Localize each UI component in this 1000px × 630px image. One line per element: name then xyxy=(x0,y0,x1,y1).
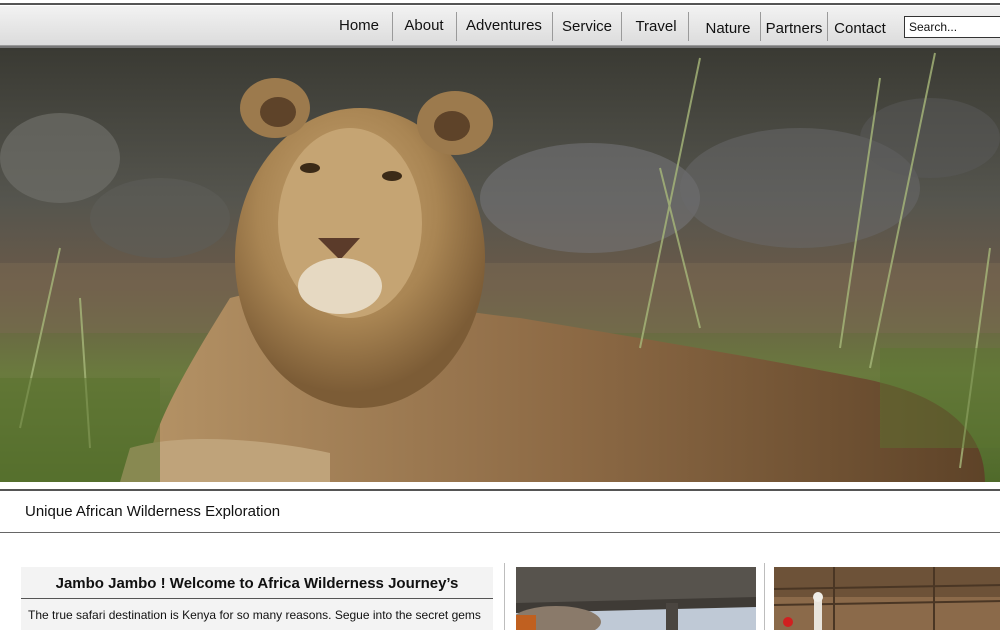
welcome-divider xyxy=(21,598,493,599)
search-input[interactable] xyxy=(904,16,1000,38)
nav-divider xyxy=(456,12,457,41)
safari-tent-photo xyxy=(516,567,756,630)
nav-contact[interactable]: Contact xyxy=(833,14,887,42)
nav-divider xyxy=(827,12,828,41)
gallery-thumb-1[interactable] xyxy=(516,567,756,630)
welcome-section: Jambo Jambo ! Welcome to Africa Wilderne… xyxy=(21,567,493,630)
hero-image xyxy=(0,48,1000,482)
tagline-top-border xyxy=(0,489,1000,491)
nav-divider xyxy=(392,12,393,41)
nav-divider xyxy=(621,12,622,41)
gallery-thumb-2[interactable] xyxy=(774,567,1000,630)
top-border xyxy=(0,3,1000,5)
nav-travel[interactable]: Travel xyxy=(633,12,679,40)
nav-divider xyxy=(688,12,689,41)
nav-service[interactable]: Service xyxy=(561,12,613,40)
tagline-bottom-border xyxy=(0,532,1000,533)
main-nav: Home About Adventures Service Travel Nat… xyxy=(0,6,1000,46)
nav-partners[interactable]: Partners xyxy=(765,14,823,42)
nav-divider xyxy=(760,12,761,41)
nav-divider xyxy=(552,12,553,41)
column-divider xyxy=(764,563,765,630)
lion-photo xyxy=(0,48,1000,482)
tagline: Unique African Wilderness Exploration xyxy=(25,503,281,520)
thatched-hut-photo xyxy=(774,567,1000,630)
column-divider xyxy=(504,563,505,630)
welcome-title: Jambo Jambo ! Welcome to Africa Wilderne… xyxy=(55,575,459,592)
nav-about[interactable]: About xyxy=(400,11,448,39)
welcome-text: The true safari destination is Kenya for… xyxy=(28,608,481,622)
nav-adventures[interactable]: Adventures xyxy=(465,11,543,39)
nav-nature[interactable]: Nature xyxy=(703,14,753,42)
nav-home[interactable]: Home xyxy=(335,11,383,39)
